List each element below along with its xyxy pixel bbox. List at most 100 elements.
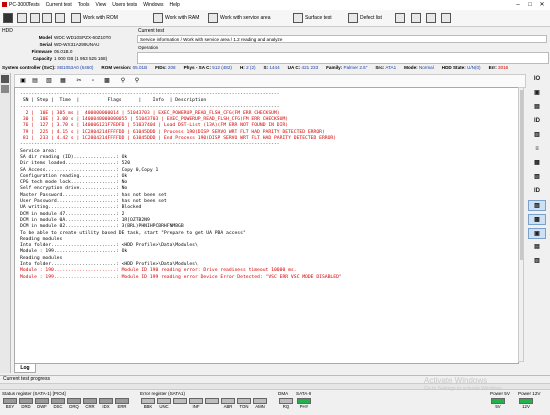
- right-tool-icon[interactable]: ▩: [528, 214, 546, 225]
- reset-icon: [30, 13, 40, 23]
- power-12v-value: 12V: [522, 404, 530, 409]
- find-next-icon[interactable]: ⚲: [133, 77, 141, 85]
- s-value: 1444: [269, 64, 280, 70]
- register-bit: INF: [188, 398, 204, 409]
- ua-value: 421 233: [301, 64, 319, 70]
- right-tool-icon[interactable]: ▥: [528, 256, 546, 267]
- hdd-model-row: Model WDC WD10SPZX-60Z10T0: [2, 35, 111, 40]
- sidebar-tool-icon[interactable]: [1, 85, 9, 93]
- current-test-header: Current test: [138, 28, 165, 34]
- menu-view[interactable]: View: [95, 2, 106, 8]
- sata-title: SATA-II: [296, 391, 312, 396]
- reset-button[interactable]: [30, 12, 40, 24]
- menu-tools[interactable]: Tools: [78, 2, 90, 8]
- save-log-icon[interactable]: ▣: [19, 77, 27, 85]
- stop-button[interactable]: [42, 12, 52, 24]
- register-bit-label: BBK: [143, 404, 153, 409]
- hdd-state-status: HDD State: U/N(0): [442, 65, 481, 70]
- app-title: PC-3000: [9, 2, 29, 8]
- stop-icon: [42, 13, 52, 23]
- log-line: Module : 199......................: Modu…: [20, 274, 342, 280]
- register-panel: Status register (SATA-1) [PIO4] BSY DRD DW…: [0, 391, 550, 415]
- register-bit-label: RQ: [282, 404, 290, 409]
- open-log-icon[interactable]: ▤: [31, 77, 39, 85]
- menu-current-test[interactable]: Current test: [46, 2, 72, 8]
- menu-tests[interactable]: Tests: [28, 2, 40, 8]
- right-tool-icon[interactable]: ▤: [528, 102, 546, 113]
- port-icon: [3, 13, 13, 23]
- power-5v-group: Power 5V 5V: [490, 391, 510, 409]
- power-5v-cells: 5V: [490, 398, 510, 409]
- menu-help[interactable]: Help: [170, 2, 180, 8]
- src-status: Src: ATA1: [375, 65, 396, 70]
- tool-button-3[interactable]: [426, 12, 436, 24]
- id-button-right[interactable]: ID: [528, 116, 546, 127]
- surface-test-button[interactable]: Surface test: [293, 12, 332, 24]
- print-log-icon[interactable]: ▧: [45, 77, 53, 85]
- work-with-service-area-button[interactable]: Work with service area: [208, 12, 270, 24]
- register-bit-label: TON: [239, 404, 249, 409]
- log-toolbar: ▣ ▤ ▧ ▦ ✂ ▫ ▩ ⚲ ⚲: [14, 74, 526, 88]
- right-tool-icon[interactable]: ▣: [528, 228, 546, 239]
- right-tool-icon[interactable]: ▨: [528, 200, 546, 211]
- copy-icon: [395, 13, 405, 23]
- work-with-service-area-label: Work with service area: [220, 15, 271, 21]
- dma-title: DMA: [278, 391, 289, 396]
- power-12v-indicator[interactable]: 12V: [518, 398, 534, 409]
- io-button[interactable]: IO: [528, 74, 546, 85]
- log-panel[interactable]: ----------------------------------------…: [14, 87, 519, 364]
- sc-label: System controller (SvC):: [2, 64, 56, 70]
- id-button[interactable]: [55, 12, 65, 24]
- sidebar-tool-icon[interactable]: [1, 75, 9, 83]
- register-bit: CRR: [82, 398, 98, 409]
- register-bit: IDX: [98, 398, 114, 409]
- cut-icon[interactable]: ✂: [75, 77, 83, 85]
- log-scrollbar[interactable]: [518, 87, 524, 362]
- close-icon[interactable]: ✕: [536, 0, 548, 10]
- model-label: Model: [38, 35, 52, 40]
- menu-users-tests[interactable]: Users tests: [112, 2, 137, 8]
- sc-status: System controller (SvC): SB1053A0 (5460): [2, 65, 93, 70]
- h-status: H: 2 (2): [240, 65, 256, 70]
- tab-log[interactable]: Log: [14, 364, 36, 373]
- tool-button-1[interactable]: [395, 12, 405, 24]
- register-bit: AMN: [252, 398, 268, 409]
- copy-log-icon[interactable]: ▫: [89, 77, 97, 85]
- surface-icon: [293, 13, 303, 23]
- defect-list-button[interactable]: Defect list: [348, 12, 382, 24]
- main-toolbar: Work with ROM Work with RAM Work with se…: [0, 10, 550, 27]
- right-tool-icon[interactable]: ▧: [528, 172, 546, 183]
- defect-list-label: Defect list: [360, 15, 382, 21]
- right-tool-icon[interactable]: ▤: [528, 242, 546, 253]
- family-status: Family: Palmer 2.5": [326, 65, 367, 70]
- list-icon: [426, 13, 436, 23]
- log-scroll-thumb[interactable]: [520, 90, 523, 260]
- find-icon[interactable]: ⚲: [119, 77, 127, 85]
- right-tool-icon[interactable]: ▥: [528, 130, 546, 141]
- tool-button-2[interactable]: [411, 12, 421, 24]
- status-register-cells: BSY DRD DWF DSC DRQ CRR IDX ERR: [2, 398, 130, 409]
- work-with-rom-button[interactable]: Work with ROM: [71, 12, 118, 24]
- right-tool-icon[interactable]: ▣: [528, 88, 546, 99]
- app-logo-icon: [2, 2, 7, 7]
- tool-button-4[interactable]: [441, 12, 451, 24]
- work-with-ram-label: Work with RAM: [165, 15, 200, 21]
- id-button-right-2[interactable]: ID: [528, 186, 546, 197]
- sata-port-button[interactable]: [3, 12, 13, 24]
- register-bit-label: UNC: [159, 404, 169, 409]
- minimize-icon[interactable]: –: [512, 0, 524, 10]
- clear-log-icon[interactable]: ▦: [59, 77, 67, 85]
- right-tool-icon[interactable]: ▦: [528, 158, 546, 169]
- power-5v-indicator[interactable]: 5V: [490, 398, 506, 409]
- power-button[interactable]: [17, 12, 27, 24]
- window-controls: – □ ✕: [512, 0, 548, 10]
- rom-value: 05.01B: [132, 64, 148, 70]
- menu-windows[interactable]: Windows: [143, 2, 163, 8]
- paste-icon[interactable]: ▩: [103, 77, 111, 85]
- hdd-state-value: U/N(0): [467, 64, 481, 70]
- power-icon: [17, 13, 27, 23]
- maximize-icon[interactable]: □: [524, 0, 536, 10]
- err-value: 3016: [498, 64, 509, 70]
- work-with-ram-button[interactable]: Work with RAM: [153, 12, 199, 24]
- right-tool-icon[interactable]: ≡: [528, 144, 546, 155]
